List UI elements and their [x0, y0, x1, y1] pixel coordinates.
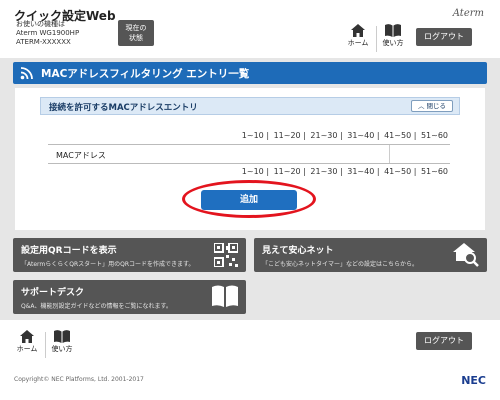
highlight-ellipse [182, 180, 316, 218]
close-label: 閉じる [426, 102, 447, 110]
column-divider [389, 145, 390, 163]
status-button-line2: 状態 [129, 34, 143, 42]
mac-entry-table: MACアドレス [48, 144, 450, 164]
qr-code-card[interactable]: 設定用QRコードを表示 「AtermらくらくQRスタート」用のQRコードを作成で… [13, 238, 246, 272]
aterm-logo: Aterm [452, 8, 484, 19]
book-icon [54, 330, 70, 343]
pager-link[interactable]: 31~40 [347, 167, 374, 176]
column-header-mac: MACアドレス [56, 151, 106, 160]
support-desc: Q&A、機能別設定ガイドなどの情報をご覧になれます。 [21, 303, 172, 310]
logout-button[interactable]: ログアウト [416, 28, 472, 46]
pager-bottom: 1~10 | 11~20 | 21~30 | 31~40 | 41~50 | 5… [241, 167, 448, 176]
pager-link[interactable]: 51~60 [421, 167, 448, 176]
status-button-line1: 現在の [125, 24, 147, 32]
page-title-bar: MACアドレスフィルタリング エントリ一覧 [13, 62, 487, 84]
qr-card-desc: 「AtermらくらくQRスタート」用のQRコードを作成できます。 [21, 261, 195, 268]
home-label: ホーム [347, 39, 369, 47]
pager-link[interactable]: 31~40 [347, 131, 374, 140]
wifi-icon [20, 67, 33, 80]
device-id: ATERM-XXXXXX [16, 38, 71, 46]
pager-link[interactable]: 11~20 [274, 131, 301, 140]
page-title: MACアドレスフィルタリング エントリ一覧 [41, 68, 250, 80]
pager-link[interactable]: 41~50 [384, 167, 411, 176]
header: クイック設定Web お使いの機種は Aterm WG1900HP ATERM-X… [0, 0, 500, 58]
section-header: 接続を許可するMACアドレスエントリ ︿ 閉じる [40, 97, 460, 115]
book-icon [385, 24, 401, 37]
pager-top: 1~10 | 11~20 | 21~30 | 31~40 | 41~50 | 5… [241, 131, 448, 140]
pager-link[interactable]: 21~30 [310, 167, 337, 176]
safe-net-desc: 「こども安心ネットタイマー」などの設定はこちらから。 [262, 261, 419, 268]
pager-link[interactable]: 21~30 [310, 131, 337, 140]
footer-logout-button[interactable]: ログアウト [416, 332, 472, 350]
footer-home-label: ホーム [16, 345, 38, 353]
pager-link[interactable]: 1~10 [242, 167, 264, 176]
section-title: 接続を許可するMACアドレスエントリ [49, 103, 198, 113]
home-icon [351, 24, 365, 37]
chevron-up-icon: ︿ [417, 102, 425, 110]
house-search-icon [453, 243, 479, 267]
footer-home-button[interactable]: ホーム [12, 330, 42, 360]
copyright: Copyright© NEC Platforms, Ltd. 2001-2017 [14, 376, 144, 383]
qr-card-title: 設定用QRコードを表示 [21, 246, 117, 256]
pager-link[interactable]: 1~10 [242, 131, 264, 140]
qr-code-icon [214, 243, 238, 267]
book-icon [212, 285, 238, 307]
nec-logo: NEC [461, 374, 486, 387]
divider [45, 332, 46, 358]
home-button[interactable]: ホーム [343, 24, 373, 54]
divider [376, 26, 377, 52]
safe-net-title: 見えて安心ネット [262, 246, 334, 256]
device-label: お使いの機種は [16, 20, 65, 28]
pager-link[interactable]: 41~50 [384, 131, 411, 140]
home-icon [20, 330, 34, 343]
device-model: Aterm WG1900HP [16, 29, 80, 37]
help-label: 使い方 [382, 39, 404, 47]
safe-net-card[interactable]: 見えて安心ネット 「こども安心ネットタイマー」などの設定はこちらから。 [254, 238, 487, 272]
current-status-button[interactable]: 現在の 状態 [118, 20, 154, 46]
support-title: サポートデスク [21, 288, 85, 298]
footer: ホーム 使い方 ログアウト [0, 320, 500, 400]
footer-help-label: 使い方 [51, 345, 73, 353]
pager-link[interactable]: 11~20 [274, 167, 301, 176]
help-button[interactable]: 使い方 [378, 24, 408, 54]
footer-help-button[interactable]: 使い方 [47, 330, 77, 360]
support-desk-card[interactable]: サポートデスク Q&A、機能別設定ガイドなどの情報をご覧になれます。 [13, 280, 246, 314]
pager-link[interactable]: 51~60 [421, 131, 448, 140]
close-button[interactable]: ︿ 閉じる [411, 100, 453, 112]
